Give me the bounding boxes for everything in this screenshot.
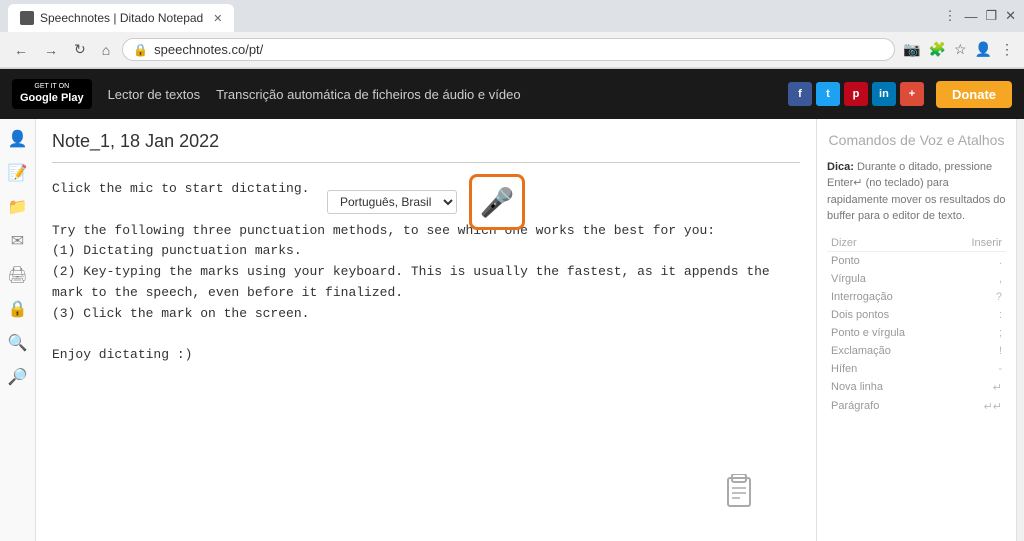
google-play-badge[interactable]: GET IT ON Google Play xyxy=(12,79,92,108)
star-icon[interactable]: ☆ xyxy=(954,41,967,58)
command-insert: - xyxy=(949,360,1006,378)
command-insert: ! xyxy=(949,342,1006,360)
command-insert: ↵↵ xyxy=(949,397,1006,416)
sidebar-note-icon[interactable]: 📝 xyxy=(8,163,28,183)
right-panel: Comandos de Voz e Atalhos Dica: Durante … xyxy=(816,119,1016,541)
lang-mic-row: Português, Brasil 🎤 xyxy=(327,174,525,230)
commands-table: DizerInserir Ponto.Vírgula,Interrogação?… xyxy=(827,235,1006,416)
col-header-dizer: Dizer xyxy=(827,235,949,252)
menu-icon[interactable]: ⋮ xyxy=(1000,41,1014,58)
sidebar-mail-icon[interactable]: ✉ xyxy=(11,231,24,251)
command-say: Interrogação xyxy=(827,288,949,306)
command-insert: , xyxy=(949,270,1006,288)
language-select[interactable]: Português, Brasil xyxy=(327,190,457,214)
sidebar-print-icon[interactable]: 🖨 xyxy=(7,265,27,285)
command-say: Nova linha xyxy=(827,378,949,397)
table-row: Nova linha↵ xyxy=(827,378,1006,397)
google-play-big: Google Play xyxy=(20,91,84,105)
camera-icon[interactable]: 📷 xyxy=(903,41,920,58)
command-say: Parágrafo xyxy=(827,397,949,416)
top-nav: GET IT ON Google Play Lector de textos T… xyxy=(0,69,1024,119)
sidebar-user-icon[interactable]: 👤 xyxy=(8,129,28,149)
url-text: speechnotes.co/pt/ xyxy=(154,42,884,57)
forward-button[interactable]: → xyxy=(40,40,62,60)
browser-chrome: Speechnotes | Ditado Notepad ✕ ⋮ — ❐ ✕ ←… xyxy=(0,0,1024,69)
pinterest-icon[interactable]: p xyxy=(844,82,868,106)
refresh-button[interactable]: ↻ xyxy=(70,39,90,60)
table-row: Dois pontos: xyxy=(827,306,1006,324)
command-insert: ↵ xyxy=(949,378,1006,397)
command-say: Hífen xyxy=(827,360,949,378)
table-row: Ponto e vírgula; xyxy=(827,324,1006,342)
address-bar: ← → ↻ ⌂ 🔒 speechnotes.co/pt/ 📷 🧩 ☆ 👤 ⋮ xyxy=(0,32,1024,68)
command-insert: ? xyxy=(949,288,1006,306)
command-say: Dois pontos xyxy=(827,306,949,324)
googleplus-icon[interactable]: + xyxy=(900,82,924,106)
editor-content[interactable]: Click the mic to start dictating. Try th… xyxy=(52,179,800,529)
sidebar-lock-icon[interactable]: 🔒 xyxy=(8,299,28,319)
tab-title: Speechnotes | Ditado Notepad xyxy=(40,11,203,25)
left-sidebar: 👤 📝 📁 ✉ 🖨 🔒 🔍 🔎 xyxy=(0,119,36,541)
paste-icon[interactable] xyxy=(724,474,756,517)
sidebar-folder-icon[interactable]: 📁 xyxy=(8,197,28,217)
mic-icon: 🎤 xyxy=(480,186,515,219)
command-insert: : xyxy=(949,306,1006,324)
window-restore-button[interactable]: ❐ xyxy=(985,8,997,24)
window-controls: ⋮ — ❐ ✕ xyxy=(943,8,1016,24)
divider xyxy=(52,162,800,163)
command-say: Ponto xyxy=(827,251,949,270)
tip-text: Durante o ditado, pressione Enter↵ (no t… xyxy=(827,161,1006,223)
lock-icon: 🔒 xyxy=(133,43,148,57)
nav-link-transcricao[interactable]: Transcrição automática de ficheiros de á… xyxy=(216,87,520,102)
tab-favicon xyxy=(20,11,34,25)
right-panel-title: Comandos de Voz e Atalhos xyxy=(827,131,1006,151)
sidebar-zoom-out-icon[interactable]: 🔎 xyxy=(8,367,28,387)
browser-tab[interactable]: Speechnotes | Ditado Notepad ✕ xyxy=(8,4,234,32)
table-row: Interrogação? xyxy=(827,288,1006,306)
note-title: Note_1, 18 Jan 2022 xyxy=(52,131,800,152)
command-say: Exclamação xyxy=(827,342,949,360)
table-row: Exclamação! xyxy=(827,342,1006,360)
title-bar: Speechnotes | Ditado Notepad ✕ ⋮ — ❐ ✕ xyxy=(0,0,1024,32)
nav-link-lector[interactable]: Lector de textos xyxy=(108,87,201,102)
table-row: Parágrafo↵↵ xyxy=(827,397,1006,416)
command-say: Ponto e vírgula xyxy=(827,324,949,342)
window-close-button[interactable]: ✕ xyxy=(1005,8,1016,24)
twitter-icon[interactable]: t xyxy=(816,82,840,106)
address-bar-right: 📷 🧩 ☆ 👤 ⋮ xyxy=(903,41,1014,58)
table-row: Ponto. xyxy=(827,251,1006,270)
command-insert: ; xyxy=(949,324,1006,342)
tip-label: Dica: xyxy=(827,161,854,173)
facebook-icon[interactable]: f xyxy=(788,82,812,106)
table-row: Vírgula, xyxy=(827,270,1006,288)
home-button[interactable]: ⌂ xyxy=(98,40,114,60)
linkedin-icon[interactable]: in xyxy=(872,82,896,106)
profile-icon[interactable]: 👤 xyxy=(975,41,992,58)
col-header-inserir: Inserir xyxy=(949,235,1006,252)
command-insert: . xyxy=(949,251,1006,270)
editor-area: Note_1, 18 Jan 2022 Português, Brasil 🎤 … xyxy=(36,119,816,541)
extensions-icon[interactable]: 🧩 xyxy=(929,41,946,58)
sidebar-zoom-in-icon[interactable]: 🔍 xyxy=(8,333,28,353)
donate-button[interactable]: Donate xyxy=(936,81,1012,108)
table-row: Hífen- xyxy=(827,360,1006,378)
window-minimize-button[interactable]: — xyxy=(964,9,977,24)
tab-close-button[interactable]: ✕ xyxy=(213,12,222,25)
window-menu-icon[interactable]: ⋮ xyxy=(943,8,956,24)
command-say: Vírgula xyxy=(827,270,949,288)
back-button[interactable]: ← xyxy=(10,40,32,60)
google-play-small: GET IT ON xyxy=(34,82,69,91)
mic-button[interactable]: 🎤 xyxy=(469,174,525,230)
main-layout: 👤 📝 📁 ✉ 🖨 🔒 🔍 🔎 Note_1, 18 Jan 2022 Port… xyxy=(0,119,1024,541)
scrollbar[interactable] xyxy=(1016,119,1024,541)
social-icons: f t p in + Donate xyxy=(788,81,1012,108)
url-field[interactable]: 🔒 speechnotes.co/pt/ xyxy=(122,38,895,61)
tip-section: Dica: Durante o ditado, pressione Enter↵… xyxy=(827,159,1006,225)
